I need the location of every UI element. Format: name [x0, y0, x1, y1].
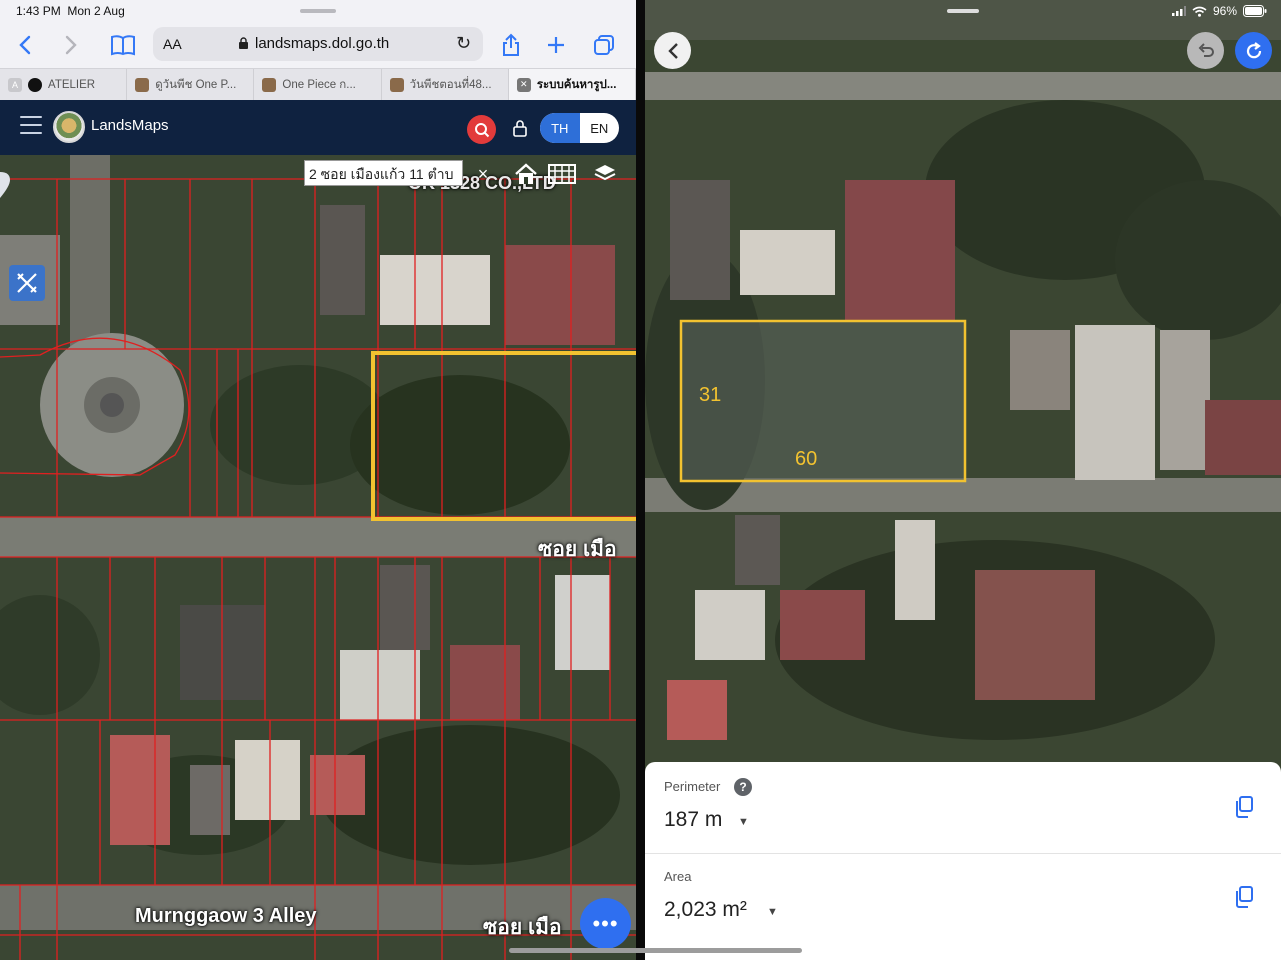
perimeter-value: 187 m	[664, 808, 723, 831]
status-time: 1:43 PM Mon 2 Aug	[16, 4, 125, 18]
side-length-label-a: 31	[699, 384, 722, 406]
menu-icon[interactable]	[20, 116, 42, 136]
undo-button[interactable]	[1187, 32, 1224, 69]
measure-pane: 31 60 96% Perimeter ? 187 m ▼ Area 2,023…	[645, 0, 1281, 960]
area-value: 2,023 m²	[664, 898, 747, 921]
cellular-signal-icon	[1171, 6, 1186, 16]
help-icon[interactable]: ?	[734, 778, 752, 796]
side-length-label-b: 60	[795, 448, 818, 470]
divider	[645, 853, 1281, 854]
reader-options-button[interactable]: AA	[163, 36, 182, 52]
location-pin-icon	[0, 172, 10, 198]
status-bar-left: 1:43 PM Mon 2 Aug	[0, 0, 636, 22]
close-icon[interactable]: ×	[471, 160, 495, 188]
status-bar-right: 96%	[1171, 4, 1267, 18]
forward-icon[interactable]	[56, 30, 86, 60]
safari-pane: 1:43 PM Mon 2 Aug AA landsmaps.dol.go.th…	[0, 0, 636, 960]
back-button[interactable]	[654, 32, 691, 69]
layers-icon[interactable]	[592, 160, 618, 188]
wifi-icon	[1192, 6, 1207, 17]
atelier-favicon: A	[8, 77, 22, 92]
reload-icon[interactable]: ↻	[456, 33, 471, 54]
share-icon[interactable]	[496, 30, 526, 60]
back-icon[interactable]	[10, 30, 40, 60]
tab-label: ดูวันพีช One P...	[155, 78, 237, 91]
undo-icon	[1198, 42, 1214, 57]
landsmaps-header: LandsMaps TH EN	[0, 100, 636, 155]
measurement-sheet: Perimeter ? 187 m ▼ Area 2,023 m² ▼	[645, 762, 1281, 960]
measure-tool-icon[interactable]	[9, 265, 45, 301]
grid-icon[interactable]	[547, 160, 577, 188]
login-lock-icon[interactable]	[512, 119, 528, 137]
lock-icon	[239, 37, 248, 49]
tab-favicon-icon	[135, 77, 150, 92]
tab-one-piece-2[interactable]: One Piece ก...	[254, 69, 382, 100]
tab-label: ATELIER	[48, 78, 96, 91]
street-label-alley: Murnggaow 3 Alley	[135, 905, 317, 927]
tab-one-piece-1[interactable]: ดูวันพีช One P...	[127, 69, 255, 100]
address-bar[interactable]: AA landsmaps.dol.go.th ↻	[153, 27, 483, 61]
redo-button[interactable]	[1235, 32, 1272, 69]
landsmaps-logo	[53, 111, 85, 143]
tab-favicon-icon	[389, 77, 404, 92]
copy-area-icon[interactable]	[1234, 886, 1254, 908]
cadastral-map[interactable]: OK 1328 CO.,LTD ซอย เมือ Murnggaow 3 All…	[0, 155, 636, 960]
area-unit-dropdown-icon[interactable]: ▼	[767, 906, 778, 918]
address-search-result[interactable]: 2 ซอย เมืองแก้ว 11 ตำบ	[304, 160, 463, 186]
new-tab-icon[interactable]	[541, 30, 571, 60]
battery-percent: 96%	[1212, 4, 1237, 18]
multitask-grabber[interactable]	[300, 9, 336, 13]
tab-label: One Piece ก...	[282, 78, 356, 91]
street-label-soi-upper: ซอย เมือ	[538, 538, 617, 561]
lang-th-button[interactable]: TH	[540, 113, 580, 143]
area-label: Area	[664, 869, 692, 884]
tab-label: วันพีชตอนที่48...	[409, 78, 492, 91]
home-icon[interactable]	[512, 160, 540, 188]
satellite-map-right[interactable]	[645, 0, 1281, 762]
bookmarks-icon[interactable]	[108, 30, 138, 60]
tab-favicon-icon	[262, 77, 277, 92]
tab-atelier[interactable]: A ATELIER	[0, 69, 128, 100]
tab-one-piece-3[interactable]: วันพีชตอนที่48...	[382, 69, 509, 100]
street-label-soi-lower: ซอย เมือ	[483, 916, 562, 939]
multitask-grabber-right[interactable]	[947, 9, 979, 13]
home-indicator[interactable]	[509, 948, 802, 953]
safari-tab-bar: A ATELIER ดูวันพีช One P... One Piece ก.…	[0, 68, 636, 100]
split-view-divider[interactable]	[636, 0, 645, 960]
chevron-left-icon	[667, 42, 678, 59]
tabs-overview-icon[interactable]	[589, 30, 619, 60]
clock-time: 1:43 PM	[16, 4, 61, 18]
tab-search-system[interactable]: ✕ ระบบค้นหารูป...	[508, 69, 636, 100]
tab-label: ระบบค้นหารูป...	[536, 78, 617, 91]
close-tab-icon[interactable]: ✕	[516, 77, 531, 92]
safari-toolbar: AA landsmaps.dol.go.th ↻	[0, 22, 636, 68]
battery-icon	[1243, 5, 1267, 17]
perimeter-unit-dropdown-icon[interactable]: ▼	[738, 816, 749, 828]
language-toggle: TH EN	[540, 113, 619, 143]
clock-date: Mon 2 Aug	[67, 4, 125, 18]
search-icon[interactable]	[467, 115, 496, 144]
brand-name: LandsMaps	[91, 117, 169, 134]
url-text: landsmaps.dol.go.th	[255, 35, 390, 52]
redo-icon	[1246, 41, 1261, 58]
perimeter-label: Perimeter	[664, 779, 721, 794]
more-options-button[interactable]: •••	[580, 898, 631, 949]
lang-en-button[interactable]: EN	[580, 113, 620, 143]
copy-perimeter-icon[interactable]	[1234, 796, 1254, 818]
site-logo-icon	[28, 77, 42, 92]
